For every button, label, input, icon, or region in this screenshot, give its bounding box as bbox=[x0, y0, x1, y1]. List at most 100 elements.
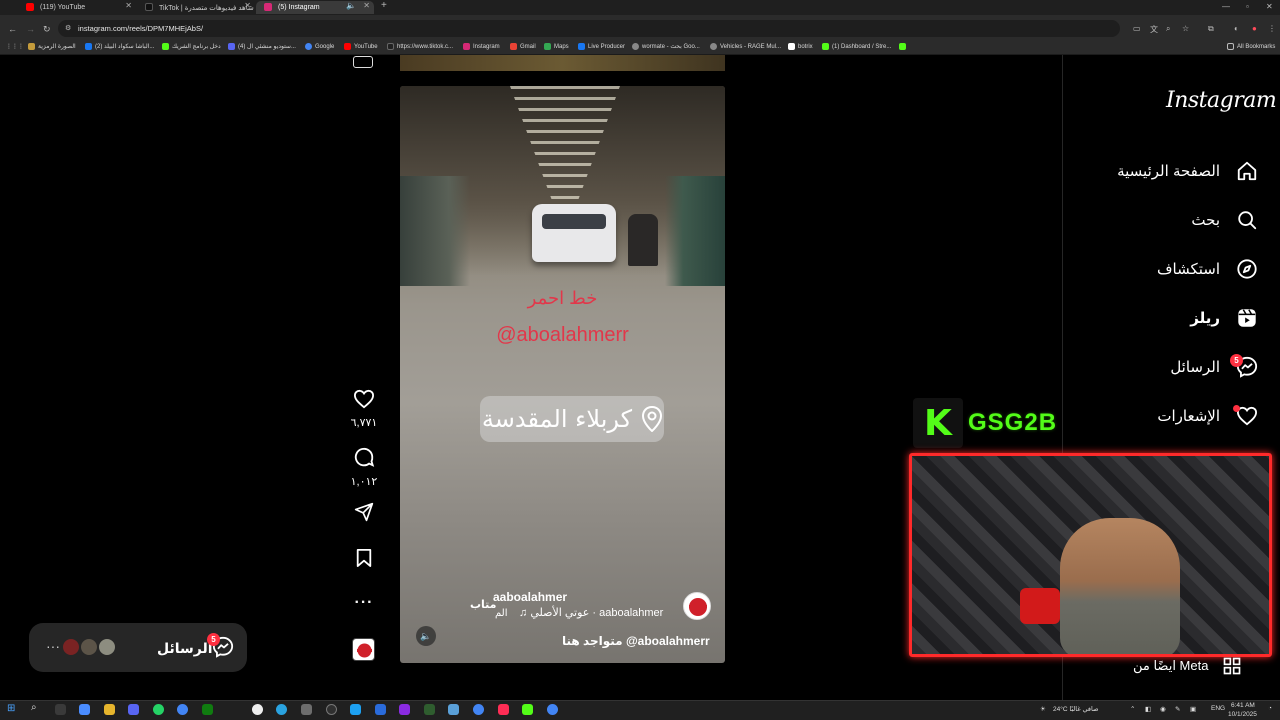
like-button[interactable]: ٦,٧٧١ bbox=[350, 389, 378, 429]
kick-icon[interactable] bbox=[522, 704, 533, 715]
sidebar-item-meta[interactable]: ايضًا من Meta bbox=[1133, 656, 1242, 676]
previous-reel[interactable] bbox=[400, 55, 725, 71]
obs-icon[interactable] bbox=[326, 704, 337, 715]
tab-youtube[interactable]: (119) YouTube ✕ bbox=[18, 1, 136, 14]
clock-time[interactable]: 6:41 AM bbox=[1231, 702, 1255, 709]
bookmark-item[interactable]: Live Producer bbox=[578, 43, 625, 50]
sidebar-item-label: بحث bbox=[1191, 212, 1220, 229]
close-icon[interactable]: ✕ bbox=[363, 1, 370, 10]
reel-audio[interactable]: ♫ عوتي الأصلي · aaboalahmer bbox=[519, 606, 663, 619]
whatsapp-icon[interactable] bbox=[153, 704, 164, 715]
more-icon[interactable]: ··· bbox=[46, 638, 60, 654]
notification-dot bbox=[1233, 405, 1240, 412]
notification-icon[interactable]: ◔ bbox=[1268, 705, 1272, 712]
save-button[interactable] bbox=[350, 548, 378, 573]
back-icon[interactable]: ← bbox=[8, 24, 17, 34]
share-button[interactable] bbox=[350, 502, 378, 527]
clock-date[interactable]: 10/1/2025 bbox=[1228, 711, 1257, 718]
discord-icon[interactable] bbox=[128, 704, 139, 715]
forward-icon[interactable]: → bbox=[26, 24, 35, 34]
sidebar-item-reels[interactable]: ريلز bbox=[1090, 303, 1260, 333]
skype-icon[interactable] bbox=[350, 704, 361, 715]
search-icon[interactable]: ⌕ bbox=[31, 702, 42, 713]
xbox-icon[interactable] bbox=[202, 704, 213, 715]
close-icon[interactable]: ✕ bbox=[125, 1, 132, 10]
all-bookmarks[interactable]: All Bookmarks bbox=[1227, 43, 1275, 50]
mute-button[interactable]: 🔈 bbox=[416, 626, 436, 646]
bookmark-item[interactable]: Vehicles - RAGE Mul... bbox=[710, 43, 781, 50]
bookmark-item[interactable]: Maps bbox=[544, 43, 569, 50]
bookmark-label: Vehicles - RAGE Mul... bbox=[720, 43, 782, 50]
bookmark-item[interactable]: botrix bbox=[788, 43, 813, 50]
reel-author-name[interactable]: aaboalahmer bbox=[493, 590, 567, 604]
zoom-icon[interactable]: ⌕ bbox=[1166, 24, 1170, 34]
apps-icon[interactable]: ⋮⋮⋮ bbox=[6, 43, 24, 50]
previous-reel-avatar[interactable] bbox=[353, 56, 373, 68]
sidebar-item-home[interactable]: الصفحة الرئيسية bbox=[1090, 156, 1260, 186]
language-indicator[interactable]: ENG bbox=[1211, 705, 1225, 712]
tab-instagram[interactable]: (5) Instagram 🔈 ✕ bbox=[256, 1, 374, 14]
sidebar-item-explore[interactable]: استكشاف bbox=[1090, 254, 1260, 284]
tray-icon[interactable]: ◉ bbox=[1160, 705, 1166, 713]
bookmark-item[interactable]: wormate - بحث Goo... bbox=[632, 43, 700, 50]
extensions-icon[interactable]: ⧉ bbox=[1208, 24, 1214, 34]
chrome-icon[interactable] bbox=[547, 704, 558, 715]
profile-avatar-icon[interactable]: ● bbox=[1252, 24, 1257, 33]
bookmark-item[interactable]: (4) ستوديو منشئي ال... bbox=[228, 43, 296, 50]
new-tab-button[interactable]: + bbox=[381, 0, 387, 11]
bookmark-item[interactable]: (1) Dashboard / Stre... bbox=[822, 43, 891, 50]
bookmark-item[interactable]: https://www.tiktok.c... bbox=[387, 43, 453, 50]
url-field[interactable]: instagram.com/reels/DPM7MHEjAbS/ bbox=[78, 24, 203, 33]
sidebar-item-label: الإشعارات bbox=[1157, 408, 1220, 425]
menu-icon[interactable]: ⋮ bbox=[1268, 24, 1276, 33]
minimize-icon[interactable]: — bbox=[1222, 2, 1230, 11]
maximize-icon[interactable]: ▫ bbox=[1246, 2, 1249, 11]
telegram-icon[interactable] bbox=[276, 704, 287, 715]
site-info-icon[interactable]: ⚙ bbox=[65, 24, 71, 32]
copilot-icon[interactable] bbox=[79, 704, 90, 715]
weather-status[interactable]: 24°C صافي غالبًا bbox=[1053, 705, 1098, 713]
audio-avatar[interactable] bbox=[352, 638, 375, 661]
instagram-logo[interactable]: Instagram bbox=[1166, 88, 1277, 113]
star-icon[interactable]: ☆ bbox=[1182, 24, 1189, 33]
window-close-icon[interactable]: ✕ bbox=[1266, 2, 1273, 11]
reload-icon[interactable]: ↻ bbox=[43, 24, 51, 35]
bookmark-item[interactable]: Google bbox=[305, 43, 334, 50]
tray-icon[interactable]: ✎ bbox=[1175, 705, 1180, 713]
tray-icon[interactable]: ◧ bbox=[1145, 705, 1151, 713]
bookmark-item[interactable]: الصورة الرمزية bbox=[28, 43, 76, 50]
premiere-icon[interactable] bbox=[399, 704, 410, 715]
speaker-icon[interactable]: 🔈 bbox=[346, 1, 356, 10]
bookmark-item[interactable]: YouTube bbox=[344, 43, 378, 50]
tray-icon[interactable]: ⌃ bbox=[1130, 705, 1135, 713]
tab-tiktok[interactable]: TikTok | شاهد فيديوهات متصدرة ✕ bbox=[137, 1, 255, 14]
app-icon[interactable] bbox=[448, 704, 459, 715]
bookmark-item[interactable]: دخل برنامج الشريك bbox=[162, 43, 221, 50]
cast-icon[interactable]: ▭ bbox=[1133, 24, 1141, 33]
bookmark-item[interactable]: (2) الباشا سكواد البيلد... bbox=[85, 43, 154, 50]
kick-bookmark[interactable] bbox=[899, 43, 906, 50]
follow-button[interactable]: متاب bbox=[470, 598, 497, 611]
tray-icon[interactable]: ▣ bbox=[1190, 705, 1196, 713]
explorer-icon[interactable] bbox=[104, 704, 115, 715]
close-icon[interactable]: ✕ bbox=[244, 1, 251, 10]
comment-button[interactable]: ١,٠١٢ bbox=[350, 446, 378, 488]
start-icon[interactable]: ⊞ bbox=[7, 703, 18, 714]
capcut-icon[interactable] bbox=[498, 704, 509, 715]
app-icon[interactable] bbox=[375, 704, 386, 715]
game-icon[interactable] bbox=[424, 704, 435, 715]
omnibox[interactable] bbox=[58, 20, 1120, 37]
app-icon[interactable] bbox=[301, 704, 312, 715]
bookmark-item[interactable]: Gmail bbox=[510, 43, 536, 50]
reel-author-avatar[interactable] bbox=[683, 592, 711, 620]
chrome-icon[interactable] bbox=[177, 704, 188, 715]
app-icon[interactable] bbox=[252, 704, 263, 715]
task-view-icon[interactable] bbox=[55, 704, 66, 715]
more-options-icon[interactable]: ··· bbox=[350, 594, 378, 612]
profile-icon[interactable]: ◐ bbox=[1234, 24, 1239, 33]
reel-video[interactable]: خط احمر @aboalahmerr كربلاء المقدسة aabo… bbox=[400, 86, 725, 663]
chrome-icon[interactable] bbox=[473, 704, 484, 715]
translate-icon[interactable]: 文 bbox=[1150, 24, 1158, 35]
sidebar-item-search[interactable]: بحث bbox=[1090, 205, 1260, 235]
bookmark-item[interactable]: Instagram bbox=[463, 43, 500, 50]
